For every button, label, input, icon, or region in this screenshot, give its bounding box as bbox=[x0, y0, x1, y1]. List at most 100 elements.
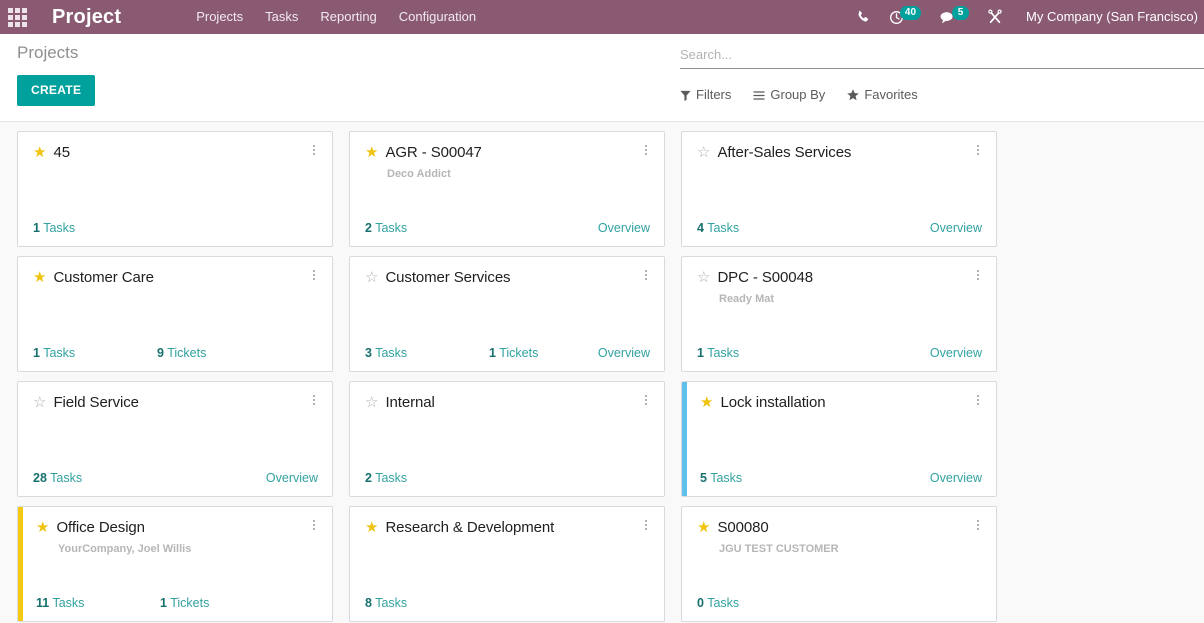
tasks-stat[interactable]: 28 Tasks bbox=[33, 470, 82, 486]
tasks-label: Tasks bbox=[375, 346, 408, 360]
card-body: ☆ Customer Services 3 Tasks 1 Tickets Overvi… bbox=[350, 257, 664, 371]
company-switcher[interactable]: My Company (San Francisco) bbox=[1012, 0, 1204, 34]
tasks-label: Tasks bbox=[50, 471, 83, 485]
kanban-card[interactable]: ★ S00080 JGU TEST CUSTOMER 0 Tasks bbox=[681, 506, 997, 622]
tasks-label: Tasks bbox=[43, 221, 76, 235]
star-outline-icon[interactable]: ☆ bbox=[33, 395, 46, 410]
card-menu-button[interactable] bbox=[971, 141, 985, 159]
group-by-dropdown[interactable]: Group By bbox=[753, 87, 825, 103]
star-filled-icon[interactable]: ★ bbox=[365, 520, 378, 535]
overview-link[interactable]: Overview bbox=[930, 220, 982, 236]
card-menu-button[interactable] bbox=[639, 266, 653, 284]
star-filled-icon[interactable]: ★ bbox=[697, 520, 710, 535]
tasks-count: 5 bbox=[700, 471, 707, 485]
card-header: ☆ After-Sales Services bbox=[697, 143, 982, 162]
star-outline-icon[interactable]: ☆ bbox=[365, 270, 378, 285]
menu-item-projects[interactable]: Projects bbox=[185, 0, 254, 34]
star-filled-icon[interactable]: ★ bbox=[700, 395, 713, 410]
kanban-card[interactable]: ☆ After-Sales Services 4 Tasks Overview bbox=[681, 131, 997, 247]
card-body: ★ Customer Care 1 Tasks 9 Tickets bbox=[18, 257, 332, 371]
kanban-card[interactable]: ☆ Field Service 28 Tasks Overview bbox=[17, 381, 333, 497]
star-outline-icon[interactable]: ☆ bbox=[365, 395, 378, 410]
star-filled-icon[interactable]: ★ bbox=[33, 145, 46, 160]
messages-button[interactable]: 5 bbox=[930, 0, 978, 34]
card-header: ★ Research & Development bbox=[365, 518, 650, 537]
search-bar[interactable] bbox=[680, 44, 1204, 69]
tasks-stat[interactable]: 2 Tasks bbox=[365, 220, 407, 236]
kanban-card[interactable]: ★ 45 1 Tasks bbox=[17, 131, 333, 247]
card-menu-button[interactable] bbox=[307, 266, 321, 284]
star-filled-icon[interactable]: ★ bbox=[365, 145, 378, 160]
kanban-card[interactable]: ★ Research & Development 8 Tasks bbox=[349, 506, 665, 622]
card-title: Customer Care bbox=[53, 269, 154, 286]
card-menu-button[interactable] bbox=[639, 391, 653, 409]
tasks-stat[interactable]: 3 Tasks bbox=[365, 345, 407, 361]
star-outline-icon[interactable]: ☆ bbox=[697, 145, 710, 160]
tasks-stat[interactable]: 1 Tasks bbox=[33, 220, 75, 236]
create-button[interactable]: CREATE bbox=[17, 75, 96, 106]
tasks-stat[interactable]: 0 Tasks bbox=[697, 595, 739, 611]
tasks-stat[interactable]: 2 Tasks bbox=[365, 470, 407, 486]
debug-tools-button[interactable] bbox=[978, 0, 1012, 34]
kanban-card[interactable]: ☆ Internal 2 Tasks bbox=[349, 381, 665, 497]
menu-item-configuration[interactable]: Configuration bbox=[388, 0, 487, 34]
tasks-count: 8 bbox=[365, 596, 372, 610]
tasks-label: Tasks bbox=[375, 221, 408, 235]
card-menu-button[interactable] bbox=[639, 141, 653, 159]
kanban-card[interactable]: ★ Lock installation 5 Tasks Overview bbox=[681, 381, 997, 497]
star-outline-icon[interactable]: ☆ bbox=[697, 270, 710, 285]
overview-link[interactable]: Overview bbox=[930, 470, 982, 486]
tasks-stat[interactable]: 11 Tasks bbox=[36, 595, 84, 611]
tickets-stat[interactable]: 9 Tickets bbox=[157, 345, 206, 361]
card-title: Office Design bbox=[56, 519, 145, 536]
card-header: ★ AGR - S00047 bbox=[365, 143, 650, 162]
tickets-count: 1 bbox=[160, 596, 167, 610]
phone-button[interactable] bbox=[847, 0, 880, 34]
breadcrumb[interactable]: Projects bbox=[17, 42, 95, 64]
favorites-dropdown[interactable]: Favorites bbox=[847, 87, 918, 103]
filters-dropdown[interactable]: Filters bbox=[680, 87, 731, 103]
card-menu-button[interactable] bbox=[971, 391, 985, 409]
tasks-stat[interactable]: 1 Tasks bbox=[33, 345, 75, 361]
card-menu-button[interactable] bbox=[307, 391, 321, 409]
group-by-label: Group By bbox=[770, 87, 826, 102]
card-title: AGR - S00047 bbox=[385, 144, 482, 161]
card-menu-button[interactable] bbox=[307, 516, 321, 534]
tasks-stat[interactable]: 8 Tasks bbox=[365, 595, 407, 611]
card-menu-button[interactable] bbox=[971, 266, 985, 284]
overview-link[interactable]: Overview bbox=[930, 345, 982, 361]
app-brand-title[interactable]: Project bbox=[34, 0, 133, 34]
overview-link[interactable]: Overview bbox=[598, 220, 650, 236]
star-filled-icon[interactable]: ★ bbox=[36, 520, 49, 535]
tasks-count: 3 bbox=[365, 346, 372, 360]
tasks-stat[interactable]: 4 Tasks bbox=[697, 220, 739, 236]
card-subtitle: YourCompany, Joel Willis bbox=[58, 543, 192, 555]
tasks-stat[interactable]: 5 Tasks bbox=[700, 470, 742, 486]
card-title: Customer Services bbox=[385, 269, 511, 286]
card-body: ☆ After-Sales Services 4 Tasks Overview bbox=[682, 132, 996, 246]
overview-link[interactable]: Overview bbox=[266, 470, 318, 486]
menu-item-reporting[interactable]: Reporting bbox=[309, 0, 387, 34]
kanban-card[interactable]: ★ AGR - S00047 Deco Addict 2 Tasks Overview bbox=[349, 131, 665, 247]
tickets-stat[interactable]: 1 Tickets bbox=[489, 345, 538, 361]
activities-button[interactable]: 40 bbox=[880, 0, 930, 34]
kanban-card[interactable]: ☆ Customer Services 3 Tasks 1 Tickets Overvi… bbox=[349, 256, 665, 372]
card-body: ★ Office Design YourCompany, Joel Willis 11… bbox=[18, 507, 332, 621]
search-input[interactable] bbox=[680, 47, 1204, 65]
card-body: ★ 45 1 Tasks bbox=[18, 132, 332, 246]
favorites-label: Favorites bbox=[864, 87, 918, 102]
tickets-stat[interactable]: 1 Tickets bbox=[160, 595, 209, 611]
kanban-card[interactable]: ☆ DPC - S00048 Ready Mat 1 Tasks Overview bbox=[681, 256, 997, 372]
card-menu-button[interactable] bbox=[307, 141, 321, 159]
kanban-card[interactable]: ★ Customer Care 1 Tasks 9 Tickets bbox=[17, 256, 333, 372]
overview-link[interactable]: Overview bbox=[598, 345, 650, 361]
tasks-count: 1 bbox=[33, 221, 40, 235]
card-menu-button[interactable] bbox=[639, 516, 653, 534]
menu-item-tasks[interactable]: Tasks bbox=[254, 0, 309, 34]
kanban-card[interactable]: ★ Office Design YourCompany, Joel Willis 11… bbox=[17, 506, 333, 622]
apps-menu-button[interactable] bbox=[0, 0, 34, 34]
star-filled-icon[interactable]: ★ bbox=[33, 270, 46, 285]
tasks-stat[interactable]: 1 Tasks bbox=[697, 345, 739, 361]
tasks-label: Tasks bbox=[375, 596, 408, 610]
card-menu-button[interactable] bbox=[971, 516, 985, 534]
